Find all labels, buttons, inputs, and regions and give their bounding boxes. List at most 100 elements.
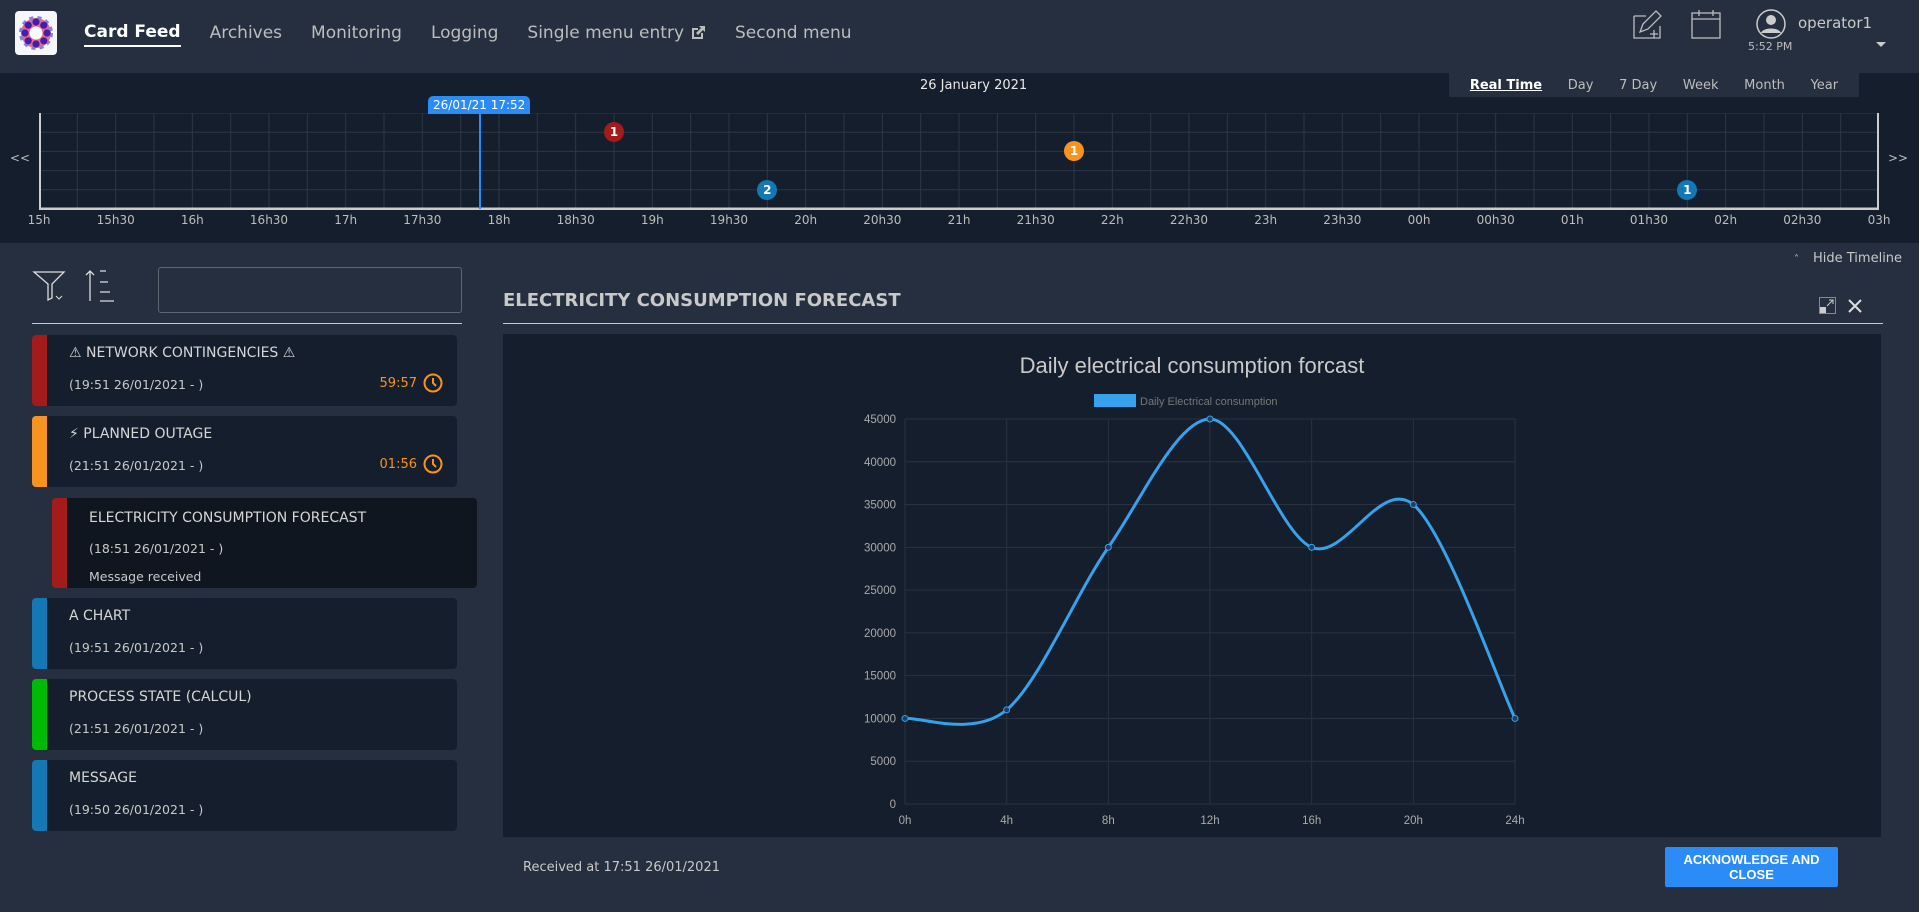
timeline-x-label: 17h [334, 213, 358, 227]
close-icon[interactable] [1846, 297, 1864, 315]
timeline-card-bubble[interactable]: 1 [1677, 179, 1698, 200]
card-title: PROCESS STATE (CALCUL) [69, 689, 252, 705]
y-tick-label: 25000 [864, 585, 896, 597]
timeline-x-label: 18h [487, 213, 511, 227]
y-tick-label: 15000 [864, 671, 896, 683]
card-process-state[interactable]: PROCESS STATE (CALCUL) (21:51 26/01/2021… [32, 679, 457, 750]
data-point[interactable] [1104, 543, 1112, 551]
x-tick-label: 24h [1505, 815, 1524, 827]
external-link-icon [692, 26, 706, 39]
sort-icon[interactable] [84, 268, 120, 304]
data-point[interactable] [1206, 415, 1214, 423]
nav-second-menu[interactable]: Second menu [735, 22, 852, 47]
timeline-card-bubble[interactable]: 2 [757, 179, 778, 200]
timer-value: 01:56 [379, 456, 417, 472]
timeline-grid[interactable] [39, 113, 1879, 210]
y-tick-label: 5000 [870, 756, 896, 768]
card-date: (21:51 26/01/2021 - ) [69, 458, 204, 473]
range-week[interactable]: Week [1683, 78, 1719, 93]
hide-timeline-button[interactable]: ˄ Hide Timeline [1794, 251, 1902, 266]
y-tick-label: 35000 [864, 500, 896, 512]
timeline-range-selector: Real Time Day 7 Day Week Month Year [1449, 73, 1859, 97]
expand-icon[interactable] [1819, 297, 1836, 314]
x-tick-label: 8h [1102, 815, 1115, 827]
timeline-x-label: 19h30 [709, 213, 749, 227]
timeline-prev-button[interactable]: << [10, 151, 30, 165]
timeline-x-label: 20h [794, 213, 818, 227]
card-title: MESSAGE [69, 770, 137, 786]
timeline-x-label: 22h30 [1169, 213, 1209, 227]
timeline-next-button[interactable]: >> [1888, 151, 1908, 165]
detail-title: ELECTRICITY CONSUMPTION FORECAST [503, 290, 901, 311]
calendar-icon[interactable] [1690, 8, 1722, 40]
user-avatar-icon[interactable] [1755, 8, 1787, 40]
timeline-card-bubble[interactable]: 1 [1064, 141, 1084, 162]
data-point[interactable] [1003, 706, 1011, 714]
card-a-chart[interactable]: A CHART (19:51 26/01/2021 - ) [32, 598, 457, 669]
timeline-x-label: 22h [1100, 213, 1124, 227]
card-network-contingencies[interactable]: ⚠ NETWORK CONTINGENCIES ⚠ (19:51 26/01/2… [32, 335, 457, 406]
card-timer: 01:56 [380, 454, 443, 474]
data-point[interactable] [1511, 714, 1519, 722]
nav-logging[interactable]: Logging [431, 22, 498, 47]
timeline-x-label: 21h30 [1016, 213, 1055, 227]
card-message[interactable]: MESSAGE (19:50 26/01/2021 - ) [32, 760, 457, 831]
x-tick-label: 20h [1404, 815, 1423, 827]
card-title: ELECTRICITY CONSUMPTION FORECAST [89, 510, 367, 526]
severity-bar [32, 335, 47, 406]
card-date: (19:50 26/01/2021 - ) [69, 802, 204, 817]
card-title: A CHART [69, 608, 131, 624]
timeline-x-label: 01h [1560, 213, 1584, 227]
card-date: (18:51 26/01/2021 - ) [89, 541, 224, 556]
filter-icon[interactable] [32, 268, 68, 304]
data-point[interactable] [1308, 543, 1316, 551]
severity-bar [32, 416, 47, 487]
nav-archives[interactable]: Archives [210, 22, 282, 47]
acknowledge-and-close-button[interactable]: ACKNOWLEDGE AND CLOSE [1665, 847, 1838, 887]
timeline-cursor [479, 113, 481, 209]
y-tick-label: 45000 [864, 414, 896, 426]
nav-label: Logging [430, 23, 499, 43]
x-tick-label: 0h [899, 815, 912, 827]
timeline-date: 26 January 2021 [920, 78, 1028, 93]
data-point[interactable] [901, 714, 909, 722]
range-month[interactable]: Month [1744, 78, 1785, 93]
main-nav: Card Feed Archives Monitoring Logging Si… [84, 22, 881, 47]
nav-card-feed[interactable]: Card Feed [84, 22, 181, 47]
card-message: Message received [89, 569, 202, 584]
x-tick-label: 16h [1302, 815, 1321, 827]
username[interactable]: operator1 [1798, 14, 1872, 32]
timeline-x-label: 21h [947, 213, 971, 227]
timeline-x-label: 18h30 [556, 213, 595, 227]
card-electricity-forecast-selected[interactable]: ELECTRICITY CONSUMPTION FORECAST (18:51 … [52, 498, 477, 588]
card-date: (21:51 26/01/2021 - ) [69, 721, 204, 736]
timeline-x-label: 02h30 [1783, 213, 1822, 227]
legend-label[interactable]: Daily Electrical consumption [1140, 396, 1278, 408]
timeline-x-label: 19h [640, 213, 664, 227]
timeline-card-bubble[interactable]: 1 [604, 122, 624, 143]
range-day[interactable]: Day [1568, 78, 1594, 93]
nav-single-menu-entry[interactable]: Single menu entry [527, 22, 706, 47]
timeline-x-label: 03h [1867, 213, 1891, 227]
nav-label: Single menu entry [527, 23, 685, 43]
nav-label: Monitoring [311, 23, 402, 43]
range-real-time[interactable]: Real Time [1470, 78, 1542, 93]
chevron-up-icon: ˄ [1794, 254, 1799, 265]
current-time: 5:52 PM [1748, 40, 1793, 53]
card-planned-outage[interactable]: ⚡ PLANNED OUTAGE (21:51 26/01/2021 - ) 0… [32, 416, 457, 487]
legend-swatch[interactable] [1094, 394, 1136, 407]
y-tick-label: 10000 [864, 713, 896, 725]
severity-bar [52, 498, 67, 588]
new-card-icon[interactable] [1632, 8, 1664, 40]
nav-monitoring[interactable]: Monitoring [311, 22, 402, 47]
card-date: (19:51 26/01/2021 - ) [69, 377, 204, 392]
range-year[interactable]: Year [1811, 78, 1839, 93]
app-logo[interactable] [15, 11, 57, 55]
user-menu-caret-icon[interactable] [1876, 42, 1886, 47]
chart-title: Daily electrical consumption forcast [1020, 353, 1365, 378]
feed-search-input[interactable] [158, 267, 462, 313]
range-7-day[interactable]: 7 Day [1619, 78, 1657, 93]
data-point[interactable] [1409, 501, 1417, 509]
nav-label: Card Feed [84, 22, 181, 42]
timeline-x-label: 16h30 [249, 213, 289, 227]
